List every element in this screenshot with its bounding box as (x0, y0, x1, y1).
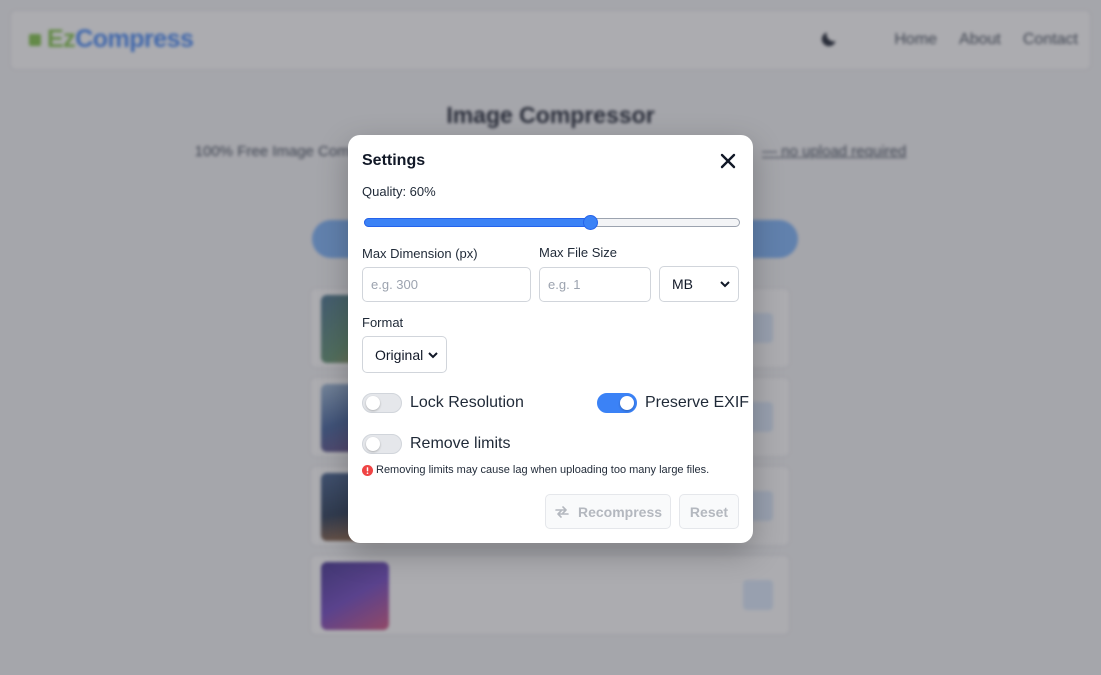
format-label: Format (362, 315, 404, 330)
lock-resolution-toggle[interactable] (362, 393, 402, 413)
reset-label: Reset (689, 503, 729, 520)
max-file-size-input[interactable] (539, 267, 651, 302)
recompress-button[interactable]: Recompress (545, 494, 671, 529)
max-file-size-label: Max File Size (539, 245, 618, 260)
refresh-icon (555, 505, 569, 518)
file-size-unit-select[interactable]: MB (659, 266, 739, 302)
remove-limits-toggle-row[interactable]: Remove limits (362, 434, 510, 454)
warning-icon (362, 464, 373, 476)
settings-modal: Settings Quality: 60% Max Dimension (px)… (348, 135, 753, 543)
toggle-knob (366, 437, 380, 451)
format-select[interactable]: Original (362, 336, 447, 373)
quality-slider-fill (364, 218, 590, 227)
close-icon[interactable] (718, 151, 738, 171)
limits-warning-text: Removing limits may cause lag when uploa… (376, 464, 710, 476)
chevron-down-icon (428, 351, 438, 358)
format-select-value: Original (375, 346, 424, 363)
toggle-knob (620, 396, 634, 410)
max-dimension-input[interactable] (362, 267, 531, 302)
reset-button[interactable]: Reset (679, 494, 739, 529)
toggle-knob (366, 396, 380, 410)
remove-limits-label: Remove limits (410, 435, 511, 452)
remove-limits-toggle[interactable] (362, 434, 402, 454)
quality-slider-handle[interactable] (582, 215, 598, 230)
modal-title: Settings (362, 152, 426, 169)
file-size-unit-value: MB (672, 276, 693, 292)
lock-resolution-label: Lock Resolution (410, 394, 524, 411)
recompress-label: Recompress (577, 503, 663, 520)
limits-warning: Removing limits may cause lag when uploa… (362, 464, 709, 476)
preserve-exif-label: Preserve EXIF (645, 394, 750, 411)
lock-resolution-toggle-row[interactable]: Lock Resolution (362, 393, 524, 413)
chevron-down-icon (720, 281, 730, 288)
preserve-exif-toggle[interactable] (597, 393, 637, 413)
preserve-exif-toggle-row[interactable]: Preserve EXIF (597, 393, 749, 413)
quality-label: Quality: 60% (362, 184, 436, 199)
max-dimension-label: Max Dimension (px) (362, 246, 478, 261)
quality-slider[interactable] (364, 215, 740, 231)
